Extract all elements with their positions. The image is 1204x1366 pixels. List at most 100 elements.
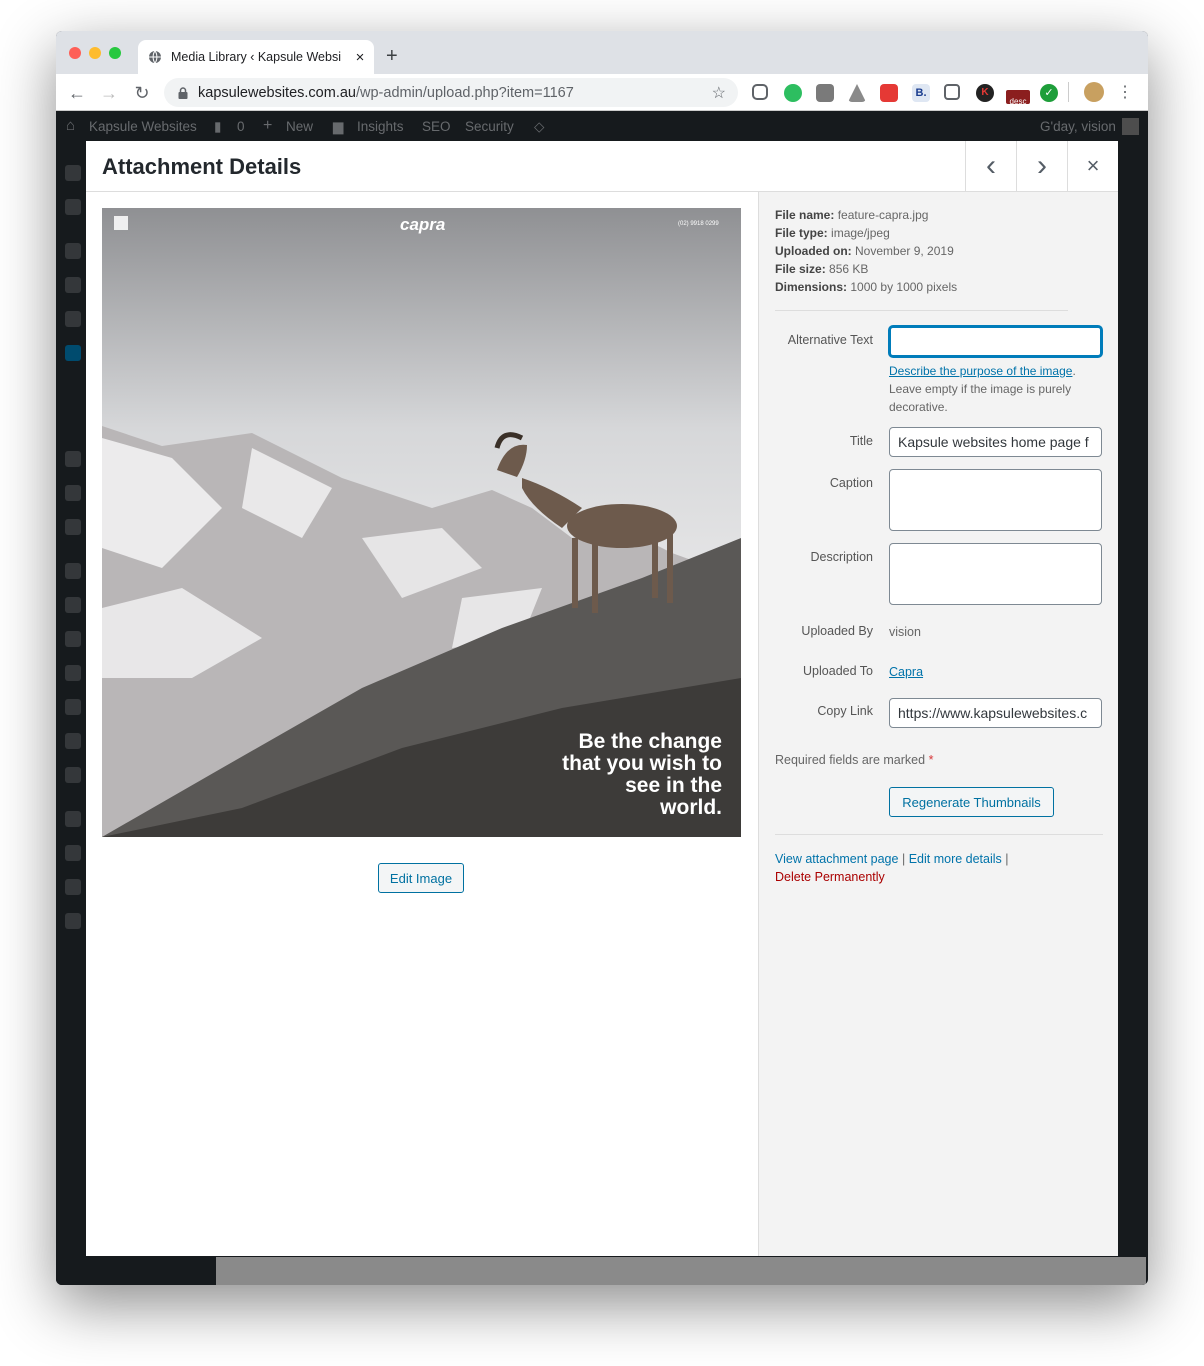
drive-extension-icon[interactable] bbox=[848, 84, 866, 102]
alt-help-link[interactable]: Describe the purpose of the image bbox=[889, 364, 1072, 378]
close-window-button[interactable] bbox=[69, 47, 81, 59]
dimensions-label: Dimensions: bbox=[775, 280, 848, 294]
alt-text-label: Alternative Text bbox=[787, 333, 873, 347]
close-tab-icon[interactable]: × bbox=[350, 49, 370, 66]
uploaded-to-link[interactable]: Capra bbox=[889, 663, 1104, 681]
uploaded-to-label: Uploaded To bbox=[803, 664, 873, 678]
minimize-window-button[interactable] bbox=[89, 47, 101, 59]
tagline-line-1: Be the change bbox=[578, 730, 722, 753]
uploaded-by-value: vision bbox=[889, 625, 921, 639]
evernote-extension-icon[interactable] bbox=[784, 84, 802, 102]
title-input[interactable]: Kapsule websites home page f bbox=[889, 427, 1102, 457]
menu-icon bbox=[114, 216, 128, 230]
pocket-extension-icon[interactable] bbox=[752, 84, 768, 100]
uploaded-by-label: Uploaded By bbox=[801, 624, 873, 638]
file-name: feature-capra.jpg bbox=[837, 208, 929, 222]
copy-link-input[interactable]: https://www.kapsulewebsites.c bbox=[889, 698, 1102, 728]
file-name-label: File name: bbox=[775, 208, 835, 222]
close-icon: × bbox=[1086, 153, 1100, 178]
file-name-row: File name: feature-capra.jpg bbox=[775, 206, 957, 224]
clipboard-extension-icon[interactable] bbox=[944, 84, 960, 100]
chevron-right-icon: › bbox=[1037, 149, 1047, 182]
camera-extension-icon[interactable] bbox=[816, 84, 834, 102]
tab-title: Media Library ‹ Kapsule Websi bbox=[171, 50, 341, 64]
alt-text-help: Describe the purpose of the image. Leave … bbox=[889, 364, 1076, 414]
tagline-line-2: that you wish to bbox=[562, 752, 722, 775]
tagline-line-4: world. bbox=[659, 796, 722, 819]
b-extension-icon[interactable]: B. bbox=[912, 84, 930, 102]
desc-extension-icon[interactable]: desc bbox=[1006, 90, 1030, 106]
toolbar-divider bbox=[1068, 82, 1069, 102]
copy-link-label: Copy Link bbox=[817, 704, 873, 718]
caption-textarea[interactable] bbox=[889, 469, 1102, 531]
previous-attachment-button[interactable]: ‹ bbox=[965, 141, 1016, 191]
back-icon[interactable]: ← bbox=[66, 82, 88, 104]
dimensions: 1000 by 1000 pixels bbox=[850, 280, 958, 294]
desc-badge: desc bbox=[1009, 97, 1027, 106]
next-attachment-button[interactable]: › bbox=[1016, 141, 1067, 191]
photo-brand: capra bbox=[400, 215, 445, 234]
required-text: Required fields are marked bbox=[775, 753, 926, 767]
modal-header: Attachment Details ‹ › × bbox=[86, 141, 1118, 192]
alt-help-text: Leave empty if the image is purely decor… bbox=[889, 382, 1072, 414]
forward-icon[interactable]: → bbox=[98, 82, 120, 104]
attachment-details-modal: Attachment Details ‹ › × capra (02) 9918… bbox=[86, 141, 1118, 1256]
uploaded-to-value[interactable]: Capra bbox=[889, 665, 923, 679]
url-text: kapsulewebsites.com.au/wp-admin/upload.p… bbox=[198, 85, 574, 101]
cart-extension-icon[interactable] bbox=[880, 84, 898, 102]
description-label: Description bbox=[810, 550, 873, 564]
lock-icon bbox=[178, 86, 188, 99]
modal-title: Attachment Details bbox=[102, 154, 302, 179]
check-extension-icon[interactable]: ✓ bbox=[1040, 84, 1058, 102]
browser-window: Media Library ‹ Kapsule Websi × + ← → ↻ … bbox=[56, 31, 1148, 1285]
file-info: File name: feature-capra.jpg File type: … bbox=[775, 206, 957, 296]
reload-icon[interactable]: ↻ bbox=[131, 82, 153, 104]
tab-strip: Media Library ‹ Kapsule Websi × + bbox=[56, 31, 1148, 74]
attachment-image: capra (02) 9918 0299 Be the change that … bbox=[102, 208, 741, 837]
tagline-line-3: see in the bbox=[625, 774, 722, 797]
address-bar[interactable]: kapsulewebsites.com.au/wp-admin/upload.p… bbox=[164, 78, 738, 107]
required-star: * bbox=[928, 753, 934, 767]
divider bbox=[775, 310, 1068, 311]
globe-icon bbox=[149, 50, 161, 64]
url-host: kapsulewebsites.com.au bbox=[198, 84, 356, 101]
attachment-preview: capra (02) 9918 0299 Be the change that … bbox=[86, 192, 758, 1256]
browser-tab[interactable]: Media Library ‹ Kapsule Websi × bbox=[138, 40, 374, 74]
profile-avatar[interactable] bbox=[1084, 82, 1104, 102]
new-tab-button[interactable]: + bbox=[386, 45, 398, 68]
photo-phone: (02) 9918 0299 bbox=[678, 221, 719, 227]
zoom-window-button[interactable] bbox=[109, 47, 121, 59]
title-label: Title bbox=[849, 434, 873, 448]
attachment-actions: View attachment page | Edit more details… bbox=[775, 850, 1009, 886]
ibex-mountain-photo: capra (02) 9918 0299 Be the change that … bbox=[102, 208, 741, 837]
file-size: 856 KB bbox=[829, 262, 869, 276]
file-type-label: File type: bbox=[775, 226, 828, 240]
divider bbox=[775, 834, 1103, 835]
edit-more-details-link[interactable]: Edit more details bbox=[909, 852, 1002, 866]
view-attachment-page-link[interactable]: View attachment page bbox=[775, 852, 898, 866]
browser-toolbar: ← → ↻ kapsulewebsites.com.au/wp-admin/up… bbox=[56, 74, 1148, 111]
caption-label: Caption bbox=[829, 476, 873, 490]
uploaded-on: November 9, 2019 bbox=[855, 244, 954, 258]
media-grid-background bbox=[216, 1257, 1146, 1285]
chevron-left-icon: ‹ bbox=[986, 149, 996, 182]
description-textarea[interactable] bbox=[889, 543, 1102, 605]
k-extension-icon[interactable]: K bbox=[976, 84, 994, 102]
file-size-label: File size: bbox=[775, 262, 826, 276]
edit-image-button[interactable]: Edit Image bbox=[378, 863, 464, 893]
separator: | bbox=[901, 852, 906, 866]
delete-permanently-link[interactable]: Delete Permanently bbox=[775, 870, 885, 884]
required-fields-note: Required fields are marked * bbox=[775, 753, 933, 767]
file-type-row: File type: image/jpeg bbox=[775, 224, 957, 242]
regenerate-thumbnails-button[interactable]: Regenerate Thumbnails bbox=[889, 787, 1054, 817]
dimensions-row: Dimensions: 1000 by 1000 pixels bbox=[775, 278, 957, 296]
kebab-menu-icon[interactable]: ⋮ bbox=[1114, 82, 1136, 104]
bookmark-star-icon[interactable]: ☆ bbox=[712, 83, 726, 103]
file-type: image/jpeg bbox=[831, 226, 890, 240]
attachment-info-panel: File name: feature-capra.jpg File type: … bbox=[758, 192, 1118, 1256]
separator: | bbox=[1005, 852, 1009, 866]
uploaded-on-label: Uploaded on: bbox=[775, 244, 852, 258]
uploaded-on-row: Uploaded on: November 9, 2019 bbox=[775, 242, 957, 260]
alt-text-input[interactable] bbox=[889, 326, 1102, 357]
close-modal-button[interactable]: × bbox=[1067, 141, 1118, 191]
